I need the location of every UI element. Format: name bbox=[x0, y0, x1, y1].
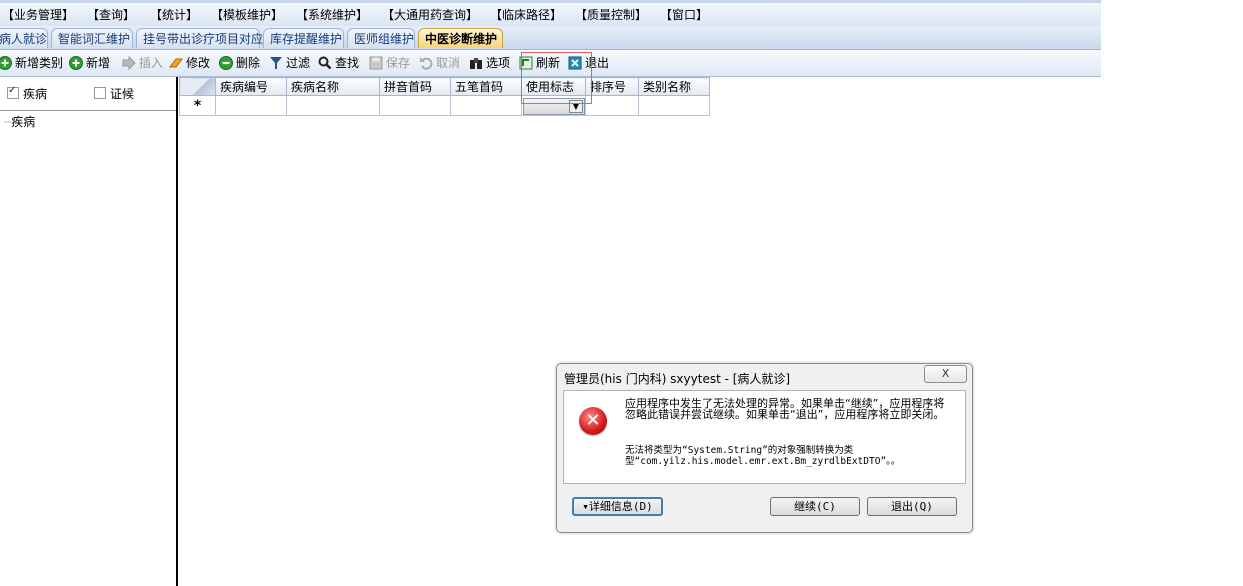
left-panel-header: 疾病 证候 bbox=[0, 77, 176, 111]
new-row-marker[interactable]: * bbox=[179, 95, 216, 116]
floppy-disk-icon bbox=[369, 56, 383, 70]
new-category-button[interactable]: 新增类别 bbox=[0, 54, 63, 72]
cell-disease-code[interactable] bbox=[215, 95, 287, 116]
grid-table: 疾病编号 疾病名称 拼音首码 五笔首码 使用标志 排序号 类别名称 * ▼ bbox=[179, 77, 710, 116]
funnel-icon bbox=[269, 56, 283, 70]
dialog-close-button[interactable]: X bbox=[924, 365, 967, 383]
new-label: 新增 bbox=[86, 56, 111, 70]
insert-label: 插入 bbox=[139, 56, 164, 70]
tab-bar: 病人就诊 智能词汇维护 挂号带出诊疗项目对应 库存提醒维护 医师组维护 中医诊断… bbox=[0, 26, 1101, 50]
highlight-annotation-box bbox=[521, 52, 592, 104]
insert-arrow-icon bbox=[122, 55, 136, 71]
tab-registration-items[interactable]: 挂号带出诊疗项目对应 bbox=[136, 28, 263, 48]
column-header-sort-order[interactable]: 排序号 bbox=[585, 77, 639, 96]
cancel-button[interactable]: 取消 bbox=[419, 54, 460, 72]
edit-button[interactable]: 修改 bbox=[169, 54, 210, 72]
tab-physician-group[interactable]: 医师组维护 bbox=[347, 28, 415, 48]
options-label: 选项 bbox=[486, 56, 511, 70]
cell-disease-name[interactable] bbox=[286, 95, 380, 116]
dialog-title: 管理员(his 门内科) sxyytest - [病人就诊] bbox=[564, 372, 791, 386]
tab-tcm-diagnosis[interactable]: 中医诊断维护 bbox=[418, 28, 503, 48]
menu-top-line bbox=[0, 0, 1101, 3]
error-dialog: 管理员(his 门内科) sxyytest - [病人就诊] X ✕ 应用程序中… bbox=[556, 363, 973, 533]
delete-button[interactable]: 删除 bbox=[219, 54, 260, 72]
grid-new-row: * ▼ bbox=[179, 95, 710, 116]
plus-circle-icon bbox=[69, 56, 83, 70]
find-button[interactable]: 查找 bbox=[318, 54, 359, 72]
plus-circle-icon bbox=[0, 56, 12, 70]
syndrome-checkbox[interactable]: 证候 bbox=[94, 85, 134, 102]
menu-quality-control[interactable]: 【质量控制】 bbox=[575, 6, 647, 23]
menu-template-maintenance[interactable]: 【模板维护】 bbox=[211, 6, 283, 23]
dialog-detail: 无法将类型为“System.String”的对象强制转换为类型“com.yilz… bbox=[625, 445, 901, 467]
tree-node-label: 疾病 bbox=[11, 115, 36, 129]
checkbox-unchecked-icon bbox=[94, 87, 106, 99]
tab-stock-reminder[interactable]: 库存提醒维护 bbox=[263, 28, 344, 48]
filter-button[interactable]: 过滤 bbox=[269, 54, 310, 72]
data-grid: 疾病编号 疾病名称 拼音首码 五笔首码 使用标志 排序号 类别名称 * ▼ bbox=[179, 77, 710, 116]
continue-button[interactable]: 继续(C) bbox=[770, 497, 860, 516]
cell-category-name[interactable] bbox=[638, 95, 710, 116]
column-header-category-name[interactable]: 类别名称 bbox=[638, 77, 710, 96]
cell-pinyin-code[interactable] bbox=[379, 95, 451, 116]
save-button[interactable]: 保存 bbox=[369, 54, 410, 72]
delete-label: 删除 bbox=[236, 56, 261, 70]
syndrome-checkbox-label: 证候 bbox=[110, 87, 135, 101]
menu-statistics[interactable]: 【统计】 bbox=[150, 6, 198, 23]
grid-corner[interactable] bbox=[179, 77, 216, 96]
menu-clinical-pathway[interactable]: 【临床路径】 bbox=[490, 6, 562, 23]
cell-wubi-code[interactable] bbox=[450, 95, 522, 116]
new-button[interactable]: 新增 bbox=[69, 54, 110, 72]
edit-label: 修改 bbox=[186, 56, 211, 70]
binoculars-icon bbox=[469, 56, 483, 70]
disease-checkbox-label: 疾病 bbox=[23, 87, 48, 101]
find-label: 查找 bbox=[335, 56, 360, 70]
minus-circle-icon bbox=[219, 56, 233, 70]
magnifier-icon bbox=[318, 56, 332, 70]
options-button[interactable]: 选项 bbox=[469, 54, 510, 72]
menu-drug-query[interactable]: 【大通用药查询】 bbox=[382, 6, 478, 23]
tab-patient-visit[interactable]: 病人就诊 bbox=[0, 28, 48, 48]
menu-query[interactable]: 【查询】 bbox=[87, 6, 135, 23]
column-header-wubi-code[interactable]: 五笔首码 bbox=[450, 77, 522, 96]
error-icon: ✕ bbox=[579, 407, 607, 435]
menu-business-management[interactable]: 【业务管理】 bbox=[2, 6, 74, 23]
undo-icon bbox=[419, 56, 433, 70]
grid-header-row: 疾病编号 疾病名称 拼音首码 五笔首码 使用标志 排序号 类别名称 bbox=[179, 77, 710, 96]
cancel-label: 取消 bbox=[436, 56, 461, 70]
close-icon: X bbox=[941, 367, 950, 380]
disease-checkbox[interactable]: 疾病 bbox=[7, 85, 47, 102]
column-header-disease-code[interactable]: 疾病编号 bbox=[215, 77, 287, 96]
insert-button[interactable]: 插入 bbox=[122, 54, 163, 72]
dialog-body: ✕ 应用程序中发生了无法处理的异常。如果单击“继续”，应用程序将忽略此错误并尝试… bbox=[563, 390, 966, 484]
eraser-icon bbox=[169, 56, 183, 70]
tree-node-disease[interactable]: ┈疾病 bbox=[4, 113, 35, 130]
details-button[interactable]: ▾详细信息(D) bbox=[572, 497, 663, 516]
menu-window[interactable]: 【窗口】 bbox=[660, 6, 708, 23]
column-header-pinyin-code[interactable]: 拼音首码 bbox=[379, 77, 451, 96]
column-header-disease-name[interactable]: 疾病名称 bbox=[286, 77, 380, 96]
save-label: 保存 bbox=[386, 56, 411, 70]
new-category-label: 新增类别 bbox=[15, 56, 64, 70]
cell-sort-order[interactable] bbox=[585, 95, 639, 116]
checkbox-checked-icon bbox=[7, 85, 19, 99]
menu-bar: 【业务管理】 【查询】 【统计】 【模板维护】 【系统维护】 【大通用药查询】 … bbox=[0, 0, 1101, 27]
left-tree-panel: 疾病 证候 ┈疾病 bbox=[0, 77, 178, 586]
filter-label: 过滤 bbox=[286, 56, 311, 70]
tab-smart-vocabulary[interactable]: 智能词汇维护 bbox=[51, 28, 133, 48]
dialog-message: 应用程序中发生了无法处理的异常。如果单击“继续”，应用程序将忽略此错误并尝试继续… bbox=[625, 397, 945, 421]
quit-button[interactable]: 退出(Q) bbox=[867, 497, 957, 516]
menu-system-maintenance[interactable]: 【系统维护】 bbox=[296, 6, 368, 23]
